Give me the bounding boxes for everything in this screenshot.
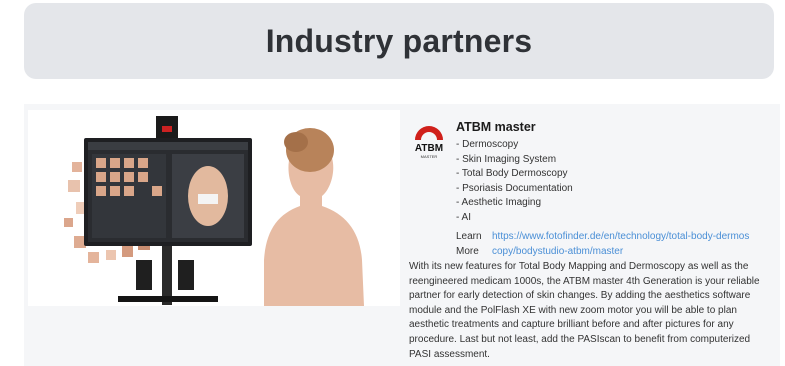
section-title: Industry partners [265, 22, 533, 59]
product-photo [28, 110, 400, 306]
feature-item: - Aesthetic Imaging [456, 197, 542, 208]
partner-card: ATBM MASTER ATBM master - Dermoscopy - S… [24, 104, 780, 366]
feature-item: - Psoriasis Documentation [456, 182, 573, 194]
atbm-logo: ATBM MASTER [409, 120, 449, 160]
feature-item: - Dermoscopy [456, 139, 519, 150]
atbm-logo-icon: ATBM MASTER [415, 126, 443, 159]
section-header: Industry partners [24, 3, 774, 79]
atbm-device-image [28, 110, 400, 306]
feature-item: - AI [456, 211, 472, 223]
learn-more-link[interactable]: https://www.fotofinder.de/en/technology/… [492, 230, 754, 259]
partner-description: With its new features for Total Body Map… [409, 261, 760, 360]
learn-more-label: Learn More [456, 231, 482, 257]
partner-name: ATBM master [456, 120, 536, 134]
svg-text:MASTER: MASTER [421, 154, 438, 159]
feature-list: - Dermoscopy - Skin Imaging System - Tot… [456, 138, 573, 225]
svg-text:ATBM: ATBM [415, 143, 443, 154]
feature-item: - Total Body Dermoscopy [456, 168, 568, 179]
feature-item: - Skin Imaging System [456, 153, 557, 165]
